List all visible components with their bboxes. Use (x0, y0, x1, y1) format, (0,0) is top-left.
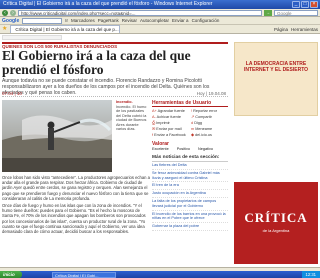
tool-meneame[interactable]: m Meneame (191, 127, 228, 132)
google-search-input[interactable] (22, 17, 63, 24)
article-body: Once lobos han sido visto "antecediere".… (2, 175, 150, 236)
related-list: Las fiebres del Delta Se feroz animosida… (152, 162, 228, 231)
rating-negative[interactable]: Negativo (198, 147, 213, 152)
toolbar-item-settings[interactable]: Configuración (192, 18, 220, 23)
tool-label: Reportar error (193, 109, 217, 113)
delicious-icon: ◆ (191, 133, 194, 137)
go-button[interactable]: → (264, 9, 272, 16)
related-link[interactable]: Las fiebres del Delta (152, 162, 228, 170)
google-toolbar: Google Ir Marcadores PageRank Revisar Au… (0, 17, 320, 25)
related-link[interactable]: Justo ocupación en la Argentina (152, 190, 228, 198)
article-column: QUIENES SON LOS 500 RURALISTAS DENUNCIAD… (0, 34, 230, 267)
tab-bar: ★ Crítica Digital | El Gobierno irá a la… (0, 25, 320, 34)
minimize-button[interactable]: _ (292, 1, 300, 8)
tool-share[interactable]: ↗ Compartir (191, 115, 228, 120)
window-titlebar: Crítica Digital | El Gobierno irá a la c… (0, 0, 320, 9)
banner-ad-text: LA DEMOCRACIA ENTRE INTERNET Y EL DESIER… (243, 61, 309, 73)
font-minus-icon: A- (152, 115, 156, 119)
taskbar-item-ie[interactable]: Crítica Digital | El Gobi... (52, 271, 116, 278)
favorites-star-icon[interactable]: ★ (2, 26, 7, 32)
rating-options: Excelente Positivo Negativo (152, 147, 228, 152)
tool-label: Meneame (195, 127, 213, 131)
tool-label: Achicar fuente (156, 115, 181, 119)
article-paragraph: Once días de fuego y humo en las islas q… (2, 203, 146, 235)
window-controls: _ □ × (292, 1, 318, 8)
top-banner (2, 35, 62, 40)
related-link[interactable]: Se feroz animosidad contra Gabriel más l… (152, 170, 228, 183)
photo-caption: Incendio. Incendio. El humo de los pasti… (116, 100, 148, 132)
tool-shrink-font[interactable]: A- Achicar fuente (152, 115, 189, 120)
digg-icon: d (191, 121, 194, 125)
tool-label: Digg (194, 121, 202, 125)
toolbar-item-send[interactable]: Enviar a (172, 18, 189, 23)
window-title: Crítica Digital | El Gobierno irá a la c… (3, 1, 213, 7)
font-plus-icon: A+ (152, 109, 157, 113)
tab-active[interactable]: Crítica Digital | El Gobierno irá a la c… (10, 25, 121, 33)
printer-icon: ⎙ (152, 121, 156, 125)
rating-positive[interactable]: Positivo (177, 147, 190, 152)
toolbar-item-bookmarks[interactable]: Marcadores (71, 18, 95, 23)
critica-logo-sub: de la Argentina (262, 228, 290, 233)
toolbar-item-go[interactable]: Ir (65, 18, 68, 23)
article-date-right: Hoy | 19.04.08 (196, 91, 226, 96)
related-link[interactable]: Gobernar la plaza del pobre (152, 223, 228, 231)
system-clock: 12:31 (301, 271, 320, 278)
article-date: 07.04 | 10 (2, 91, 22, 96)
user-tools-panel: Herramientas de Usuario A+ Agrandar fuen… (152, 100, 228, 231)
related-title: Más noticias de esta sección: (152, 155, 228, 162)
toolbar-item-pagerank[interactable]: PageRank (98, 18, 119, 23)
photo-caption-text: Incendio. El humo de los pastizales del … (116, 104, 147, 132)
related-link[interactable]: El tren de la era (152, 182, 228, 191)
tools-title: Herramientas de Usuario (152, 100, 228, 107)
critica-logo-ad[interactable]: CRÍTICA de la Argentina (234, 182, 318, 264)
meneame-icon: m (191, 127, 195, 131)
tool-print[interactable]: ⎙ Imprimir (152, 121, 189, 126)
article-photo (2, 100, 112, 172)
ads-column: LA DEMOCRACIA ENTRE INTERNET Y EL DESIER… (232, 34, 320, 267)
start-button[interactable]: inicio (0, 271, 22, 278)
article-headline: El Gobierno irá a la caza del que prendi… (2, 48, 191, 77)
tool-digg[interactable]: d Digg (191, 121, 228, 126)
search-input[interactable]: Google (274, 9, 318, 16)
google-logo: Google (2, 17, 20, 24)
tool-label: Compartir (195, 115, 212, 119)
maximize-button[interactable]: □ (301, 1, 309, 8)
rating-excellent[interactable]: Excelente (152, 147, 169, 152)
tool-label: Imprimir (156, 121, 170, 125)
tool-label: Agrandar fuente (157, 109, 185, 113)
toolbar-item-check[interactable]: Revisar (122, 18, 137, 23)
url-field[interactable]: http://www.criticadigital.com/index.php?… (18, 9, 262, 16)
tool-label: del.icio.us (194, 133, 212, 137)
tool-facebook[interactable]: f Enviar a Facebook (152, 133, 189, 138)
tool-enlarge-font[interactable]: A+ Agrandar fuente (152, 109, 189, 114)
tool-report-error[interactable]: ! Reportar error (191, 109, 228, 114)
banner-ad-democracy[interactable]: LA DEMOCRACIA ENTRE INTERNET Y EL DESIER… (234, 42, 318, 116)
taskbar: inicio Crítica Digital | El Gobi... 12:3… (0, 271, 320, 278)
facebook-icon: f (152, 133, 154, 137)
mail-icon: ✉ (152, 127, 156, 131)
firefighter-photo-image (2, 100, 112, 172)
related-link[interactable]: La falta de los propietarios de campos l… (152, 198, 228, 211)
page-content: QUIENES SON LOS 500 RURALISTAS DENUNCIAD… (0, 34, 320, 267)
toolbar-item-autofill[interactable]: Autocompletar (140, 18, 169, 23)
article-paragraph: Once lobos han sido visto "antecediere".… (2, 175, 150, 201)
tool-email[interactable]: ✉ Enviar por mail (152, 127, 189, 132)
tool-label: Enviar a Facebook (154, 133, 186, 137)
tool-label: Enviar por mail (156, 127, 182, 131)
tool-delicious[interactable]: ◆ del.icio.us (191, 133, 228, 138)
address-bar: ‹ › http://www.criticadigital.com/index.… (0, 9, 320, 17)
forward-button[interactable]: › (10, 9, 16, 16)
photo-caption-label: Incendio. (116, 100, 133, 104)
tools-grid: A+ Agrandar fuente ! Reportar error A- A… (152, 109, 228, 138)
tab-tools: Página Herramientas (274, 27, 318, 32)
tools-menu[interactable]: Herramientas (291, 27, 318, 32)
related-link[interactable]: El incendio de los barrios en una provoc… (152, 211, 228, 224)
page-menu[interactable]: Página (274, 27, 288, 32)
close-button[interactable]: × (310, 1, 318, 8)
share-icon: ↗ (191, 115, 195, 119)
critica-logo: CRÍTICA (244, 210, 308, 225)
back-button[interactable]: ‹ (2, 9, 8, 16)
warning-icon: ! (191, 109, 193, 113)
article-dateline: 07.04 | 10 Hoy | 19.04.08 (2, 91, 228, 97)
